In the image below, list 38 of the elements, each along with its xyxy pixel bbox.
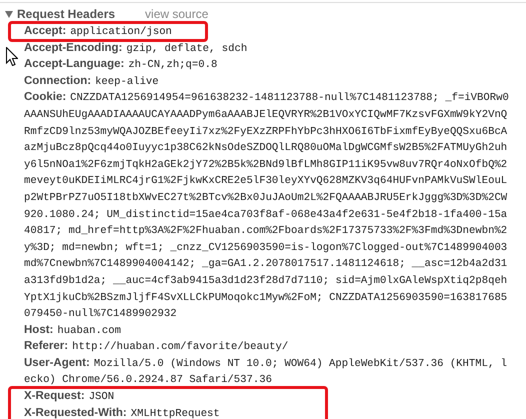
- header-value: JSON: [88, 391, 114, 404]
- header-value: meveyt0uKDEIiMLRC4jrG1%2FjkwKxCRE2e5lF30leyXYvQ628MZKV3q64HUFvnPAMkVuSWlEouL: [24, 175, 508, 188]
- header-value: azMjuBcz8pQcq44o0Iuyyc1p38C62kNsOdeSZDOQlLRQ80uOMalDgWCGMfsW2B5%2FATMUyGh2uh: [24, 142, 508, 154]
- section-title[interactable]: Request Headers: [17, 7, 116, 21]
- header-value: AAANSUhEUgAAADIAAAAUCAYAAADPym6aAAABJElEQVRYR%2B1VOxYCIQwMF7KzsvFGXmW9kY2VnQ: [24, 108, 508, 121]
- header-value: YptX1jkuCb%2BSzmJljfF4SvXLLCkPUMoqokc1Myw%2FoM; CNZZDATA1256903590=163817685: [24, 292, 508, 304]
- header-value: y%3D; md=newbn; wft=1; _cnzz_CV1256903590=is-logon%7Clogged-out%7C1489904003: [24, 242, 508, 254]
- header-value: XMLHttpRequest: [130, 408, 220, 419]
- header-name: User-Agent:: [24, 356, 90, 369]
- mouse-pointer-icon: [6, 47, 18, 66]
- header-value: Mozilla/5.0 (Windows NT 10.0; WOW64) AppleWebKit/537.36 (KHTML, l: [94, 358, 508, 370]
- header-value: a313fd9b1d2a; __auc=4cf3ab9415a3d1d23f28d7d7110; sid=Ajm0lxGAleWspXtiq2p8qeh: [24, 274, 508, 287]
- disclosure-triangle-icon[interactable]: [5, 10, 13, 18]
- header-value: p2WtPBrPZ7uO5I18tbXWvEC27t%2BTcv%2Bx0JuJAoUm2L%2FQAAAABJRU5ErkJggg%3D%3D%2CW: [24, 192, 508, 204]
- view-source-link[interactable]: view source: [145, 7, 208, 21]
- header-name: Cookie:: [24, 91, 66, 104]
- header-value: 920.1080.24; UM_distinctid=15ae4ca703f8af-068e43a4f2e631-5e4f2b18-1fa400-15a: [24, 208, 508, 221]
- header-value: keep-alive: [95, 76, 159, 88]
- header-value: 40817; md_href=http%3A%2F%2Fhuaban.com%2Fboards%2F17375733%2F%3Fmd%3Dnewbn%2: [24, 225, 508, 238]
- header-name: Host:: [24, 324, 54, 336]
- header-value: md%7Cnewbn%7C1489904004142; _ga=GA1.2.2078017517.1481124618; __asc=12b4a2d31: [24, 258, 508, 270]
- header-name: Accept:: [24, 25, 66, 37]
- header-value: application/json: [70, 26, 172, 38]
- header-value: RmfzCD9lnz53myWQAJOZBEfeeyIi7xz%2FyEXzZRPFhYbPc3hHXO6I6TbFixmfEyByeQQSxu6BcA: [24, 126, 508, 138]
- header-value: zh-CN,zh;q=0.8: [128, 59, 218, 72]
- header-name: Referer:: [24, 340, 68, 352]
- header-name: Connection:: [24, 74, 92, 87]
- header-value: ecko) Chrome/56.0.2924.87 Safari/537.36: [24, 374, 272, 386]
- header-name: X-Request:: [24, 390, 85, 402]
- header-name: X-Requested-With:: [24, 406, 127, 419]
- header-value: CNZZDATA1256914954=961638232-1481123788-null%7C1481123788; _f=iVBORw0: [70, 92, 509, 104]
- header-value: http://huaban.com/favorite/beauty/: [72, 341, 288, 354]
- header-value: gzip, deflate, sdch: [126, 42, 248, 55]
- header-value: y6l5nNOa1%2F6zmjTqkH2aGEk2jY72%2B5k%2BNd9lBfLMh8GIP11iK95vw8uv7RQr4oNxOfbQ%2: [24, 158, 508, 171]
- header-value: 079450-null%7C1489902932: [24, 308, 177, 320]
- header-value: huaban.com: [57, 324, 121, 337]
- header-name: Accept-Language:: [24, 58, 124, 70]
- header-name: Accept-Encoding:: [24, 42, 122, 54]
